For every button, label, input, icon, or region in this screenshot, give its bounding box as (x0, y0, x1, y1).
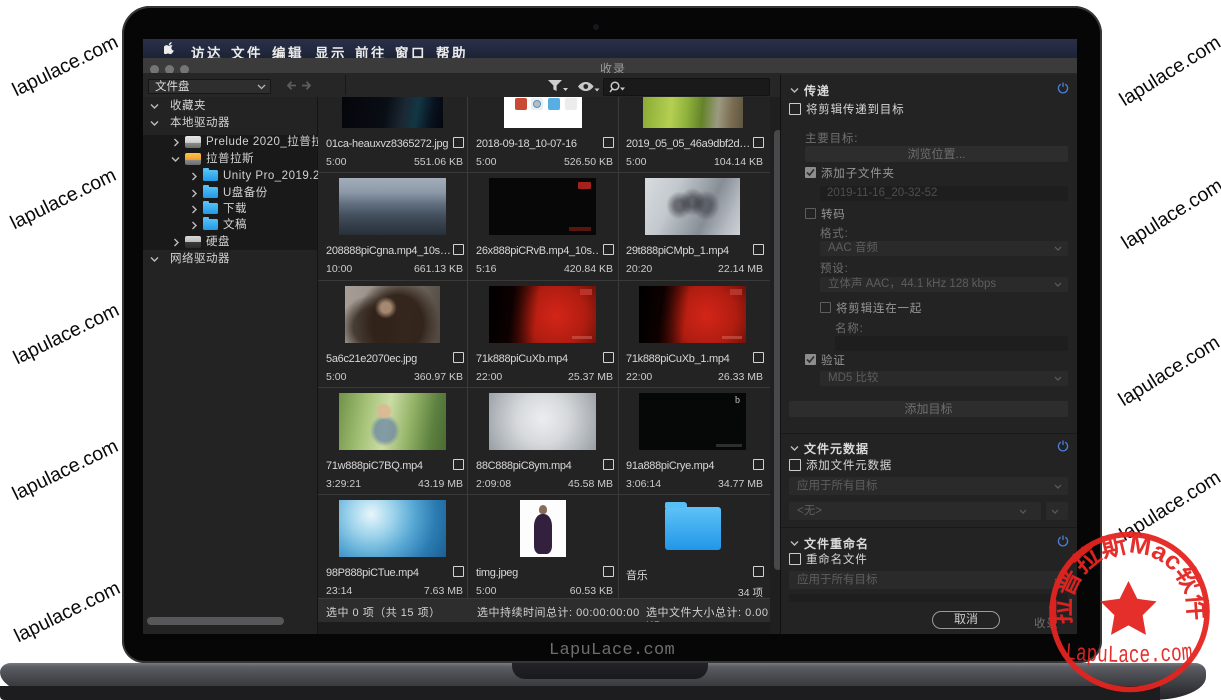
svg-text:LapuLace.com: LapuLace.com (1064, 640, 1193, 670)
